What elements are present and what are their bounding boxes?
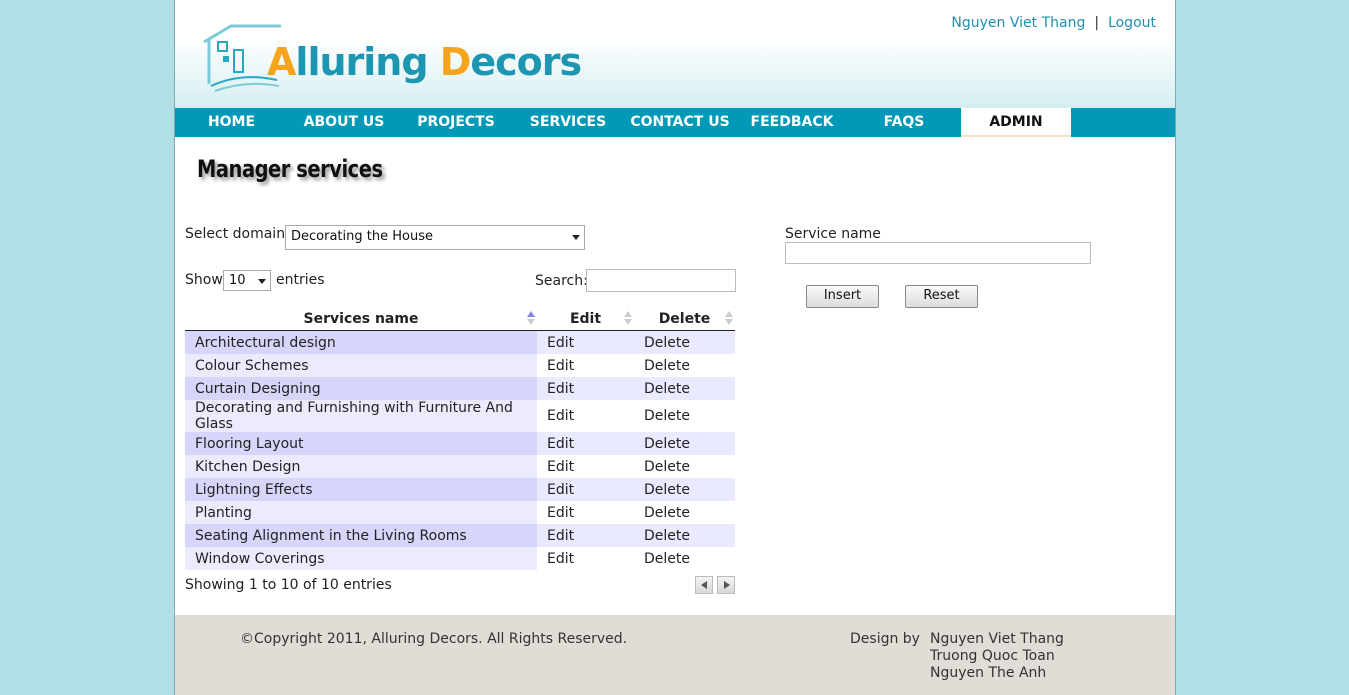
domain-select-value: Decorating the House — [291, 229, 433, 244]
delete-link[interactable]: Delete — [634, 377, 735, 400]
services-table: Services name Edit Delete Architectural … — [185, 308, 735, 570]
service-name-cell: Seating Alignment in the Living Rooms — [185, 524, 537, 547]
table-row: Planting Edit Delete — [185, 501, 735, 524]
service-name-input[interactable] — [785, 242, 1091, 264]
next-page-button[interactable] — [717, 576, 735, 594]
table-header-row: Services name Edit Delete — [185, 308, 735, 331]
edit-link[interactable]: Edit — [537, 330, 634, 354]
site-header: Alluring Decors Nguyen Viet Thang | Logout — [175, 0, 1175, 108]
nav-contact-us[interactable]: CONTACT US — [624, 108, 736, 137]
designer-name: Nguyen Viet Thang — [930, 631, 1064, 647]
insert-button[interactable]: Insert — [806, 285, 879, 308]
edit-link[interactable]: Edit — [537, 400, 634, 432]
nav-home[interactable]: HOME — [175, 108, 288, 137]
user-bar-separator: | — [1094, 15, 1100, 31]
table-info: Showing 1 to 10 of 10 entries — [185, 577, 392, 593]
nav-projects[interactable]: PROJECTS — [400, 108, 512, 137]
copyright-text: ©Copyright 2011, Alluring Decors. All Ri… — [240, 631, 628, 647]
edit-link[interactable]: Edit — [537, 354, 634, 377]
search-label: Search: — [535, 273, 588, 289]
service-name-cell: Colour Schemes — [185, 354, 537, 377]
logout-link[interactable]: Logout — [1108, 15, 1156, 31]
user-bar: Nguyen Viet Thang | Logout — [951, 15, 1156, 31]
service-name-cell: Curtain Designing — [185, 377, 537, 400]
edit-link[interactable]: Edit — [537, 524, 634, 547]
table-row: Colour Schemes Edit Delete — [185, 354, 735, 377]
domain-select[interactable]: Decorating the House — [285, 225, 585, 250]
sort-icon — [725, 311, 733, 327]
sort-icon — [527, 311, 535, 327]
nav-admin[interactable]: ADMIN — [961, 108, 1071, 137]
delete-link[interactable]: Delete — [634, 524, 735, 547]
nav-faqs[interactable]: FAQS — [848, 108, 960, 137]
table-row: Lightning Effects Edit Delete — [185, 478, 735, 501]
service-name-cell: Window Coverings — [185, 547, 537, 570]
table-row: Kitchen Design Edit Delete — [185, 455, 735, 478]
nav-feedback[interactable]: FEEDBACK — [736, 108, 848, 137]
edit-link[interactable]: Edit — [537, 432, 634, 455]
col-header-delete[interactable]: Delete — [634, 308, 735, 331]
edit-link[interactable]: Edit — [537, 478, 634, 501]
edit-link[interactable]: Edit — [537, 547, 634, 570]
delete-link[interactable]: Delete — [634, 354, 735, 377]
service-name-cell: Decorating and Furnishing with Furniture… — [185, 400, 537, 432]
col-header-edit[interactable]: Edit — [537, 308, 634, 331]
service-name-cell: Flooring Layout — [185, 432, 537, 455]
service-name-cell: Kitchen Design — [185, 455, 537, 478]
edit-link[interactable]: Edit — [537, 501, 634, 524]
edit-link[interactable]: Edit — [537, 377, 634, 400]
chevron-down-icon — [572, 235, 580, 240]
service-name-cell: Lightning Effects — [185, 478, 537, 501]
entries-select-value: 10 — [229, 273, 246, 288]
table-row: Window Coverings Edit Delete — [185, 547, 735, 570]
arrow-right-icon — [724, 581, 730, 589]
edit-link[interactable]: Edit — [537, 455, 634, 478]
service-name-label: Service name — [785, 226, 881, 242]
delete-link[interactable]: Delete — [634, 432, 735, 455]
logo-text-lluring: lluring — [295, 40, 440, 84]
delete-link[interactable]: Delete — [634, 330, 735, 354]
delete-link[interactable]: Delete — [634, 547, 735, 570]
main-nav: HOME ABOUT US PROJECTS SERVICES CONTACT … — [175, 108, 1175, 137]
service-name-cell: Architectural design — [185, 330, 537, 354]
delete-link[interactable]: Delete — [634, 478, 735, 501]
logo-letter-a: A — [267, 40, 296, 84]
entries-select[interactable]: 10 — [223, 270, 271, 291]
delete-link[interactable]: Delete — [634, 501, 735, 524]
table-row: Seating Alignment in the Living Rooms Ed… — [185, 524, 735, 547]
chevron-down-icon — [258, 279, 266, 284]
nav-services[interactable]: SERVICES — [512, 108, 624, 137]
page-title: Manager services — [197, 155, 383, 183]
nav-about-us[interactable]: ABOUT US — [288, 108, 400, 137]
reset-button[interactable]: Reset — [905, 285, 978, 308]
select-domain-label: Select domain — [185, 226, 286, 242]
site-footer: ©Copyright 2011, Alluring Decors. All Ri… — [175, 615, 1175, 695]
table-row: Curtain Designing Edit Delete — [185, 377, 735, 400]
table-row: Flooring Layout Edit Delete — [185, 432, 735, 455]
design-by-label: Design by — [850, 631, 920, 647]
logo-text-ecors: ecors — [470, 40, 582, 84]
user-name-link[interactable]: Nguyen Viet Thang — [951, 15, 1085, 31]
page-container: Alluring Decors Nguyen Viet Thang | Logout… — [174, 0, 1176, 695]
brand-logo-text: Alluring Decors — [267, 40, 582, 84]
show-label: Show — [185, 272, 223, 288]
table-row: Architectural design Edit Delete — [185, 330, 735, 354]
sort-icon — [624, 311, 632, 327]
designer-name: Truong Quoc Toan — [930, 648, 1055, 664]
designer-name: Nguyen The Anh — [930, 665, 1047, 681]
arrow-left-icon — [701, 581, 707, 589]
logo-letter-d: D — [439, 40, 472, 84]
service-name-cell: Planting — [185, 501, 537, 524]
col-header-services-name[interactable]: Services name — [185, 308, 537, 331]
delete-link[interactable]: Delete — [634, 400, 735, 432]
delete-link[interactable]: Delete — [634, 455, 735, 478]
table-row: Decorating and Furnishing with Furniture… — [185, 400, 735, 432]
previous-page-button[interactable] — [695, 576, 713, 594]
entries-label: entries — [276, 272, 325, 288]
search-input[interactable] — [586, 269, 736, 292]
